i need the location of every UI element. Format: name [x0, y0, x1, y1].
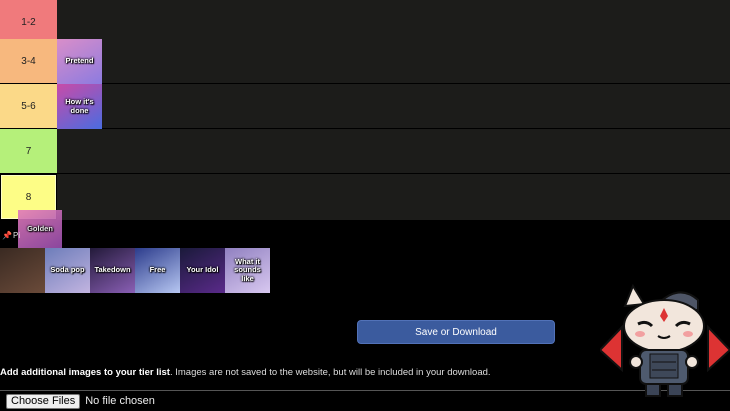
tier-drop-zone[interactable]: Pretend — [57, 39, 730, 84]
add-images-instructions: Add additional images to your tier list.… — [0, 367, 491, 378]
dragging-item-label: Golden — [27, 223, 53, 233]
pool-item-label: Takedown — [94, 265, 131, 275]
tier-drop-zone[interactable] — [57, 0, 730, 44]
tier-row-7: 7 — [0, 129, 730, 173]
tier-row-1-2: 1-2 — [0, 0, 730, 44]
pin-label: Pi — [13, 231, 21, 240]
add-images-note: . Images are not saved to the website, b… — [169, 367, 491, 378]
pin-icon: 📌 — [2, 231, 12, 240]
tier-item-pretend[interactable]: Pretend — [57, 39, 102, 84]
pool-item-free[interactable]: Free — [135, 248, 180, 293]
dragging-item-golden[interactable]: Golden — [18, 210, 62, 248]
tier-row-5-6: 5-6 How it's done — [0, 84, 730, 129]
tier-label-1-2[interactable]: 1-2 — [0, 0, 57, 44]
save-or-download-button[interactable]: Save or Download — [357, 320, 555, 344]
pool-item[interactable] — [0, 248, 45, 293]
pool-item-soda-pop[interactable]: Soda pop — [45, 248, 90, 293]
tier-drop-zone[interactable] — [57, 174, 730, 220]
tier-label-3-4[interactable]: 3-4 — [0, 39, 57, 83]
tier-label-7[interactable]: 7 — [0, 129, 57, 173]
tier-item-label: How it's done — [65, 97, 94, 115]
pool-item-what-it-sounds-like[interactable]: What it sounds like — [225, 248, 270, 293]
pool-item-label: Free — [149, 265, 166, 275]
tier-row-8: 8 — [0, 174, 730, 220]
choose-files-button[interactable]: Choose Files — [6, 393, 81, 409]
tier-drop-zone[interactable] — [57, 129, 730, 173]
pool-item-takedown[interactable]: Takedown — [90, 248, 135, 293]
tier-board: 1-2 3-4 Pretend 5-6 How it's done 7 8 — [0, 0, 730, 220]
tier-item-how-its-done[interactable]: How it's done — [57, 84, 102, 129]
tier-label-5-6[interactable]: 5-6 — [0, 84, 57, 128]
tier-row-3-4: 3-4 Pretend — [0, 39, 730, 84]
pool-item-label: Your Idol — [186, 265, 219, 275]
pool-item-label: Soda pop — [50, 265, 85, 275]
tier-drop-zone[interactable]: How it's done — [57, 84, 730, 129]
pool-item-label: What it sounds like — [234, 257, 261, 283]
add-images-heading: Add additional images to your tier list — [0, 367, 170, 378]
tier-item-label: Pretend — [65, 56, 94, 66]
file-status: No file chosen — [85, 395, 155, 407]
cat-mascot-image — [600, 283, 730, 397]
pool-item-your-idol[interactable]: Your Idol — [180, 248, 225, 293]
